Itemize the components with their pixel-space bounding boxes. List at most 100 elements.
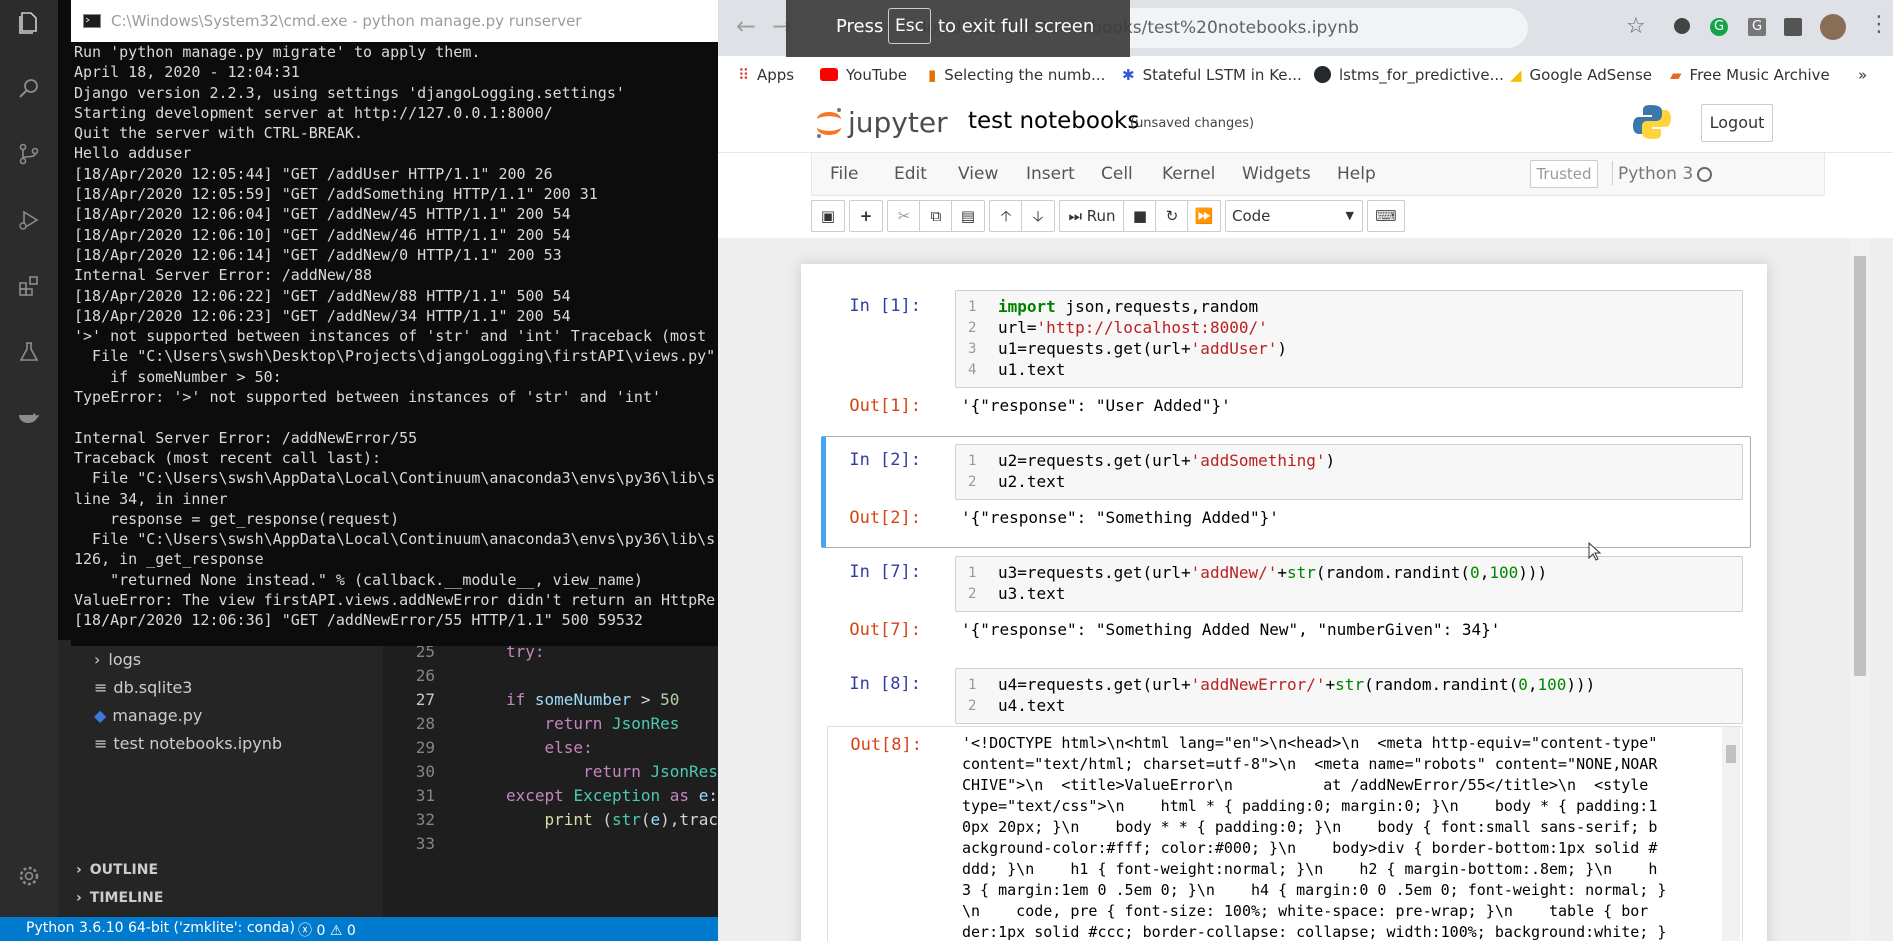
logout-button[interactable]: Logout (1701, 104, 1773, 142)
code-token: + (1325, 675, 1336, 694)
paste-button[interactable]: ▤ (951, 200, 985, 232)
cmd-line: Quit the server with CTRL-BREAK. (74, 124, 363, 143)
run-debug-icon[interactable] (17, 208, 41, 232)
jupyter-logo-text[interactable]: jupyter (848, 106, 948, 139)
code-line: u4.text (998, 696, 1065, 715)
bookmark-apps[interactable]: ⠿ Apps (738, 66, 794, 84)
tree-item-test-notebooks[interactable]: ≡ test notebooks.ipynb (94, 734, 282, 753)
cmd-line: "returned None instead." % (callback.__m… (74, 570, 643, 589)
bookmark-stateful-lstm[interactable]: ✱ Stateful LSTM in Ke... (1122, 66, 1302, 84)
code-input[interactable]: 1 2 u3=requests.get(url+'addNew/'+str(ra… (955, 556, 1743, 612)
cmd-title-bar[interactable]: C:\Windows\System32\cmd.exe - python man… (71, 0, 718, 42)
output-scrollbar-thumb[interactable] (1726, 745, 1736, 763)
copy-button[interactable]: ⧉ (919, 200, 953, 232)
search-icon[interactable] (17, 76, 41, 100)
code-token: 0 (1518, 675, 1528, 694)
star-icon[interactable]: ☆ (1626, 14, 1646, 39)
output-line: type="text/css">\n html * { padding:0; m… (962, 797, 1658, 815)
restart-button[interactable]: ↻ (1155, 200, 1189, 232)
move-down-button[interactable]: 🡣 (1021, 200, 1055, 232)
fullscreen-exit-text: to exit full screen (938, 16, 1095, 37)
grammarly-icon[interactable]: G (1710, 18, 1728, 36)
profile-avatar[interactable] (1820, 14, 1846, 40)
menu-view[interactable]: View (958, 164, 998, 184)
menu-widgets[interactable]: Widgets (1242, 164, 1311, 184)
code-token: (random.randint( (1315, 563, 1471, 582)
menu-dots-icon[interactable]: ⋮ (1868, 12, 1890, 37)
menu-insert[interactable]: Insert (1026, 164, 1075, 184)
bookmark-free-music[interactable]: ▰ Free Music Archive (1670, 66, 1830, 84)
extension-g-icon[interactable]: G (1748, 18, 1766, 36)
run-button[interactable]: ⏭ Run (1059, 200, 1125, 232)
cut-button[interactable]: ✂ (887, 200, 921, 232)
scrolled-output[interactable]: Out[8]: '<!DOCTYPE html>\n<html lang="en… (827, 726, 1743, 941)
menu-cell[interactable]: Cell (1101, 164, 1133, 184)
code-line: except Exception as e: (506, 786, 718, 805)
extension-icon[interactable] (1674, 18, 1690, 34)
code-token: ))) (1566, 675, 1596, 694)
tree-item-manage-py[interactable]: ◆ manage.py (94, 706, 202, 725)
line-number: 2 (968, 698, 977, 714)
page-scrollbar[interactable] (1850, 238, 1870, 941)
settings-gear-icon[interactable] (17, 864, 41, 888)
kernel-name[interactable]: Python 3 (1618, 164, 1693, 184)
docker-icon[interactable] (17, 406, 41, 430)
files-icon[interactable] (17, 10, 41, 34)
page-scrollbar-thumb[interactable] (1854, 256, 1866, 676)
menu-help[interactable]: Help (1337, 164, 1376, 184)
tree-item-db-sqlite3[interactable]: ≡ db.sqlite3 (94, 678, 192, 697)
output-scrollbar[interactable] (1722, 727, 1740, 941)
move-up-button[interactable]: 🡡 (989, 200, 1023, 232)
code-input[interactable]: 1 2 u2=requests.get(url+'addSomething') … (955, 444, 1743, 500)
insert-cell-button[interactable]: + (849, 200, 883, 232)
code-input[interactable]: 1 2 3 4 import json,requests,random url=… (955, 290, 1743, 388)
vscode-editor[interactable]: 25 try: 26 27 if someNumber > 50 28 retu… (383, 640, 718, 917)
bookmark-youtube[interactable]: YouTube (820, 66, 907, 84)
restart-run-all-button[interactable]: ⏩ (1187, 200, 1221, 232)
line-number: 26 (415, 666, 435, 685)
cmd-line: Internal Server Error: /addNew/88 (74, 266, 373, 285)
mouse-cursor-icon (1588, 542, 1602, 561)
bookmark-icon: ✱ (1122, 66, 1135, 84)
extensions-icon[interactable] (17, 274, 41, 298)
code-token: 100 (1489, 563, 1519, 582)
code-token: u1.text (998, 360, 1066, 379)
menu-edit[interactable]: Edit (894, 164, 927, 184)
file-icon: ≡ (94, 734, 108, 753)
code-token: u3 (998, 563, 1018, 582)
back-arrow-icon[interactable]: ← (736, 12, 756, 40)
arrow-up-icon: 🡡 (1000, 207, 1012, 225)
source-control-icon[interactable] (17, 142, 41, 166)
in-prompt: In [8]: (849, 674, 921, 694)
trusted-indicator[interactable]: Trusted (1530, 160, 1598, 188)
flask-icon[interactable] (17, 340, 41, 364)
cmd-window[interactable]: C:\Windows\System32\cmd.exe - python man… (71, 0, 718, 646)
python-interpreter-status[interactable]: Python 3.6.10 64-bit ('zmklite': conda) (26, 920, 295, 936)
menu-kernel[interactable]: Kernel (1162, 164, 1215, 184)
code-token: 'addSomething' (1190, 451, 1326, 470)
timeline-section[interactable]: › TIMELINE (76, 890, 163, 906)
extension-icon[interactable] (1784, 18, 1802, 36)
code-line: u3.text (998, 584, 1065, 603)
cmd-line: response = get_response(request) (74, 509, 400, 528)
bookmarks-overflow[interactable]: » (1858, 66, 1867, 84)
outline-section[interactable]: › OUTLINE (76, 862, 158, 878)
notebook-name[interactable]: test notebooks (968, 108, 1139, 134)
interrupt-button[interactable]: ■ (1123, 200, 1157, 232)
save-button[interactable]: ▣ (811, 200, 845, 232)
fast-forward-icon: ⏩ (1194, 207, 1214, 225)
bookmark-selecting[interactable]: ▮ Selecting the numb... (928, 66, 1105, 84)
bookmark-adsense[interactable]: ◢ Google AdSense (1510, 66, 1652, 84)
cell-type-select[interactable]: Code ▼ (1225, 200, 1363, 232)
code-input[interactable]: 1 2 u4=requests.get(url+'addNewError/'+s… (955, 668, 1743, 724)
tree-item-logs[interactable]: › logs (94, 650, 141, 669)
out-prompt: Out[8]: (850, 735, 922, 755)
problems-status[interactable]: ⓧ 0 ⚠ 0 (298, 920, 356, 940)
error-icon: ⓧ (298, 923, 312, 939)
code-line: if someNumber > 50 (506, 690, 680, 709)
menu-file[interactable]: File (830, 164, 858, 184)
command-palette-button[interactable]: ⌨ (1367, 200, 1405, 232)
bookmark-lstms[interactable]: lstms_for_predictive... (1314, 66, 1504, 84)
code-token: + (1181, 451, 1191, 470)
jupyter-logo-icon[interactable] (814, 106, 844, 140)
